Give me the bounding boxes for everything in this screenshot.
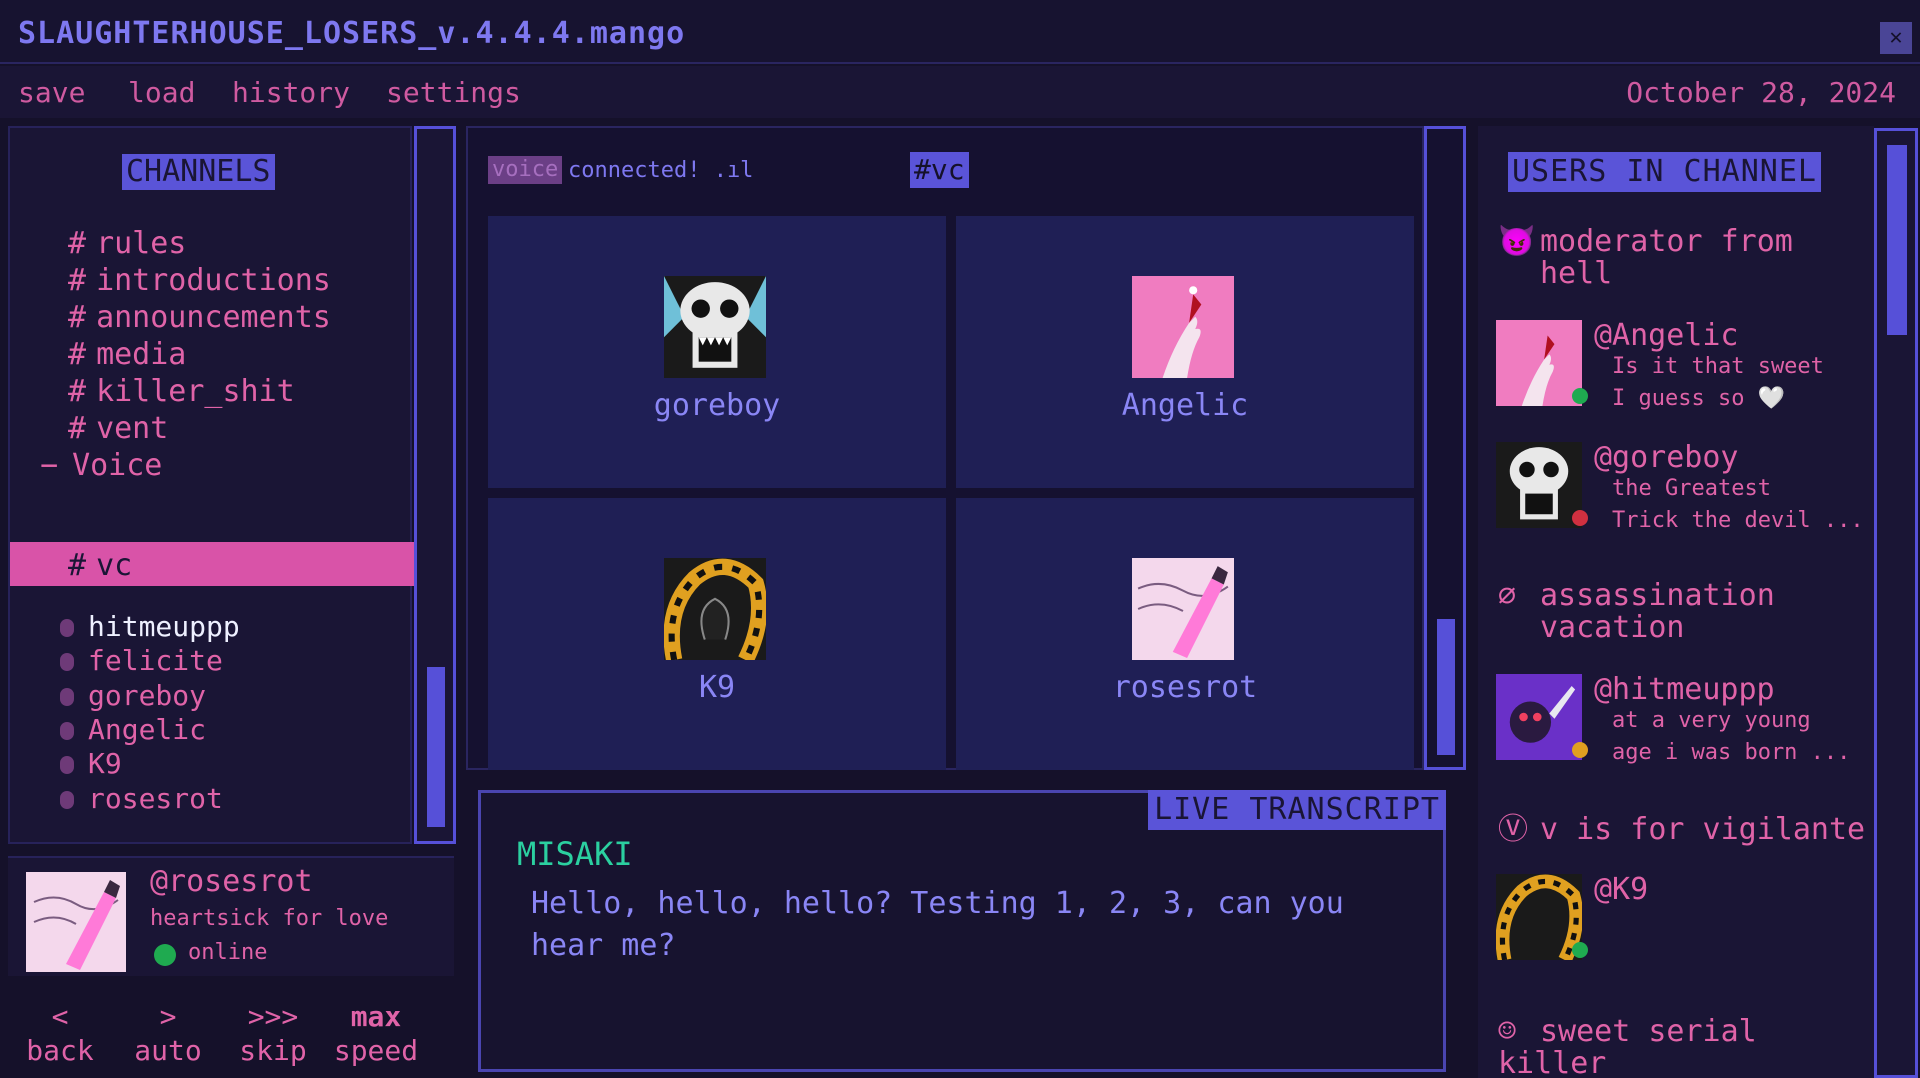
- devil-icon: 😈: [1498, 224, 1536, 259]
- user-profile: @rosesrot heartsick for love online: [8, 856, 454, 976]
- channel-scrollbar-thumb[interactable]: [427, 667, 445, 827]
- users-panel: USERS IN CHANNEL 😈 moderator from hell @An…: [1478, 126, 1874, 1078]
- voice-user-k9[interactable]: K9: [60, 747, 122, 780]
- skull-avatar: [664, 276, 766, 378]
- mic-icon: [60, 619, 74, 637]
- call-scrollbar[interactable]: [1424, 126, 1466, 770]
- member-status-line: the Greatest: [1612, 476, 1771, 501]
- role-assassination-vacation: ∅ assassination vacation: [1498, 578, 1775, 645]
- member-status-line: at a very young: [1612, 708, 1811, 733]
- presence-dot: [1572, 942, 1588, 958]
- member-status-line: age i was born ...: [1612, 740, 1851, 765]
- quill-avatar: [1132, 558, 1234, 660]
- v-icon: Ⓥ: [1498, 812, 1528, 847]
- menu-save[interactable]: save: [18, 76, 85, 109]
- live-transcript-heading: LIVE TRANSCRIPT: [1148, 790, 1446, 830]
- voice-user-angelic[interactable]: Angelic: [60, 713, 206, 746]
- role-sweet-serial-killer: ☺ sweet serial killer: [1498, 1014, 1757, 1078]
- member-k9[interactable]: @K9: [1496, 872, 1866, 966]
- participant-tile-rosesrot[interactable]: rosesrot: [956, 498, 1414, 770]
- channel-killer-shit[interactable]: # killer_shit: [68, 374, 295, 409]
- app-title: SLAUGHTERHOUSE_LOSERS_v.4.4.4.mango: [18, 16, 686, 51]
- mic-icon: [60, 756, 74, 774]
- connection-status: connected! .ıl: [568, 158, 754, 183]
- call-channel-tag: #vc: [910, 152, 969, 188]
- voice-user-goreboy[interactable]: goreboy: [60, 679, 206, 712]
- presence-dot: [1572, 388, 1588, 404]
- participant-name: Angelic: [1121, 388, 1249, 423]
- menu-bar: save load history settings October 28, 2…: [0, 66, 1920, 118]
- voice-user-hitmeuppp[interactable]: hitmeuppp: [60, 610, 240, 643]
- member-handle: @goreboy: [1594, 440, 1739, 475]
- mic-icon: [60, 688, 74, 706]
- avatar: [1496, 442, 1582, 528]
- channel-announcements[interactable]: # announcements: [68, 300, 331, 335]
- users-heading: USERS IN CHANNEL: [1508, 152, 1821, 192]
- title-bar: SLAUGHTERHOUSE_LOSERS_v.4.4.4.mango ✕: [0, 0, 1920, 64]
- role-v-is-for-vigilante: Ⓥv is for vigilante: [1498, 812, 1866, 847]
- users-scrollbar-thumb[interactable]: [1887, 145, 1907, 335]
- participant-name: rosesrot: [1112, 670, 1258, 705]
- voice-group-toggle[interactable]: − Voice: [40, 448, 162, 483]
- call-scrollbar-thumb[interactable]: [1437, 619, 1455, 755]
- users-scrollbar[interactable]: [1874, 128, 1918, 1078]
- close-button[interactable]: ✕: [1880, 22, 1912, 54]
- auto-button[interactable]: > auto: [128, 1000, 208, 1067]
- channel-vc-active[interactable]: # vc: [10, 542, 414, 586]
- member-handle: @Angelic: [1594, 318, 1739, 353]
- skip-button[interactable]: >>> skip: [230, 1000, 316, 1067]
- participant-tile-k9[interactable]: K9: [488, 498, 946, 770]
- avatar: [1496, 874, 1582, 960]
- profile-status: heartsick for love: [150, 906, 389, 931]
- avatar: [26, 872, 126, 972]
- menu-history[interactable]: history: [232, 76, 350, 109]
- menu-settings[interactable]: settings: [386, 76, 521, 109]
- channel-media[interactable]: # media: [68, 337, 186, 372]
- participant-tile-angelic[interactable]: Angelic: [956, 216, 1414, 488]
- transcript-text: Hello, hello, hello? Testing 1, 2, 3, ca…: [531, 886, 1344, 963]
- member-angelic[interactable]: @Angelic Is it that sweet I guess so 🤍: [1496, 318, 1866, 412]
- voice-user-rosesrot[interactable]: rosesrot: [60, 782, 223, 815]
- back-button[interactable]: < back: [20, 1000, 100, 1067]
- voice-user-felicite[interactable]: felicite: [60, 644, 223, 677]
- voice-badge: voice: [488, 156, 563, 184]
- participant-name: goreboy: [653, 388, 781, 423]
- snake-avatar: [664, 558, 766, 660]
- profile-presence: online: [188, 940, 268, 965]
- channel-sidebar: CHANNELS # rules # introductions # announce…: [8, 126, 414, 844]
- channel-scrollbar[interactable]: [414, 126, 456, 844]
- null-icon: ∅: [1498, 578, 1517, 613]
- online-status-icon: [154, 944, 176, 966]
- avatar: [1496, 674, 1582, 760]
- member-status-line: I guess so 🤍: [1612, 386, 1786, 411]
- presence-dot: [1572, 742, 1588, 758]
- participant-name: K9: [698, 670, 736, 705]
- voice-call-panel: voice connected! .ıl #vc goreboy Angelic: [466, 126, 1424, 770]
- channel-introductions[interactable]: # introductions: [68, 263, 331, 298]
- participant-tile-goreboy[interactable]: goreboy: [488, 216, 946, 488]
- menu-load[interactable]: load: [128, 76, 195, 109]
- date-display: October 28, 2024: [1626, 76, 1896, 109]
- member-status-line: Is it that sweet: [1612, 354, 1824, 379]
- mic-icon: [60, 791, 74, 809]
- hand-avatar: [1132, 276, 1234, 378]
- speed-button[interactable]: max speed: [326, 1000, 426, 1067]
- presence-dot: [1572, 510, 1588, 526]
- channel-rules[interactable]: # rules: [68, 226, 186, 261]
- live-transcript-panel: LIVE TRANSCRIPT MISAKI Hello, hello, hel…: [478, 790, 1446, 1072]
- avatar: [1496, 320, 1582, 406]
- mic-icon: [60, 722, 74, 740]
- profile-handle: @rosesrot: [150, 864, 313, 899]
- member-goreboy[interactable]: @goreboy the Greatest Trick the devil ..…: [1496, 440, 1866, 534]
- smiley-icon: ☺: [1498, 1014, 1517, 1049]
- channels-heading: CHANNELS: [122, 154, 275, 190]
- member-handle: @hitmeuppp: [1594, 672, 1775, 707]
- member-hitmeuppp[interactable]: @hitmeuppp at a very young age i was bor…: [1496, 672, 1866, 766]
- mic-icon: [60, 653, 74, 671]
- member-status-line: Trick the devil ...: [1612, 508, 1864, 533]
- channel-vent[interactable]: # vent: [68, 411, 168, 446]
- role-moderator-from-hell: 😈 moderator from hell: [1498, 224, 1793, 291]
- member-handle: @K9: [1594, 872, 1649, 907]
- transcript-speaker: MISAKI: [517, 835, 633, 873]
